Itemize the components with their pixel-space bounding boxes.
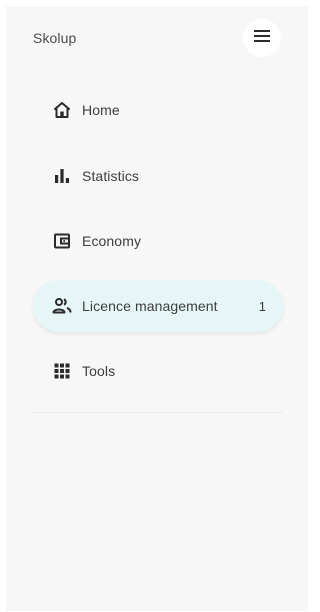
people-icon (52, 296, 72, 316)
sidebar: Skolup Home Statistics Economy Licence m… (6, 6, 308, 611)
divider (33, 412, 283, 413)
sidebar-item-tools[interactable]: Tools (33, 345, 283, 397)
brand-name: Skolup (33, 30, 77, 46)
sidebar-item-label: Statistics (82, 168, 140, 184)
sidebar-item-label: Licence management (82, 298, 218, 314)
sidebar-item-licence-management[interactable]: Licence management 1 (33, 280, 283, 332)
sidebar-item-statistics[interactable]: Statistics (33, 150, 283, 202)
count-badge: 1 (258, 298, 266, 314)
sidebar-header: Skolup (6, 6, 308, 70)
wallet-icon (52, 231, 72, 251)
menu-toggle-button[interactable] (243, 19, 281, 57)
sidebar-item-label: Home (82, 102, 120, 118)
hamburger-menu-icon (253, 29, 271, 48)
sidebar-item-label: Tools (82, 363, 116, 379)
sidebar-item-economy[interactable]: Economy (33, 215, 283, 267)
grid-apps-icon (52, 361, 72, 381)
home-icon (52, 100, 72, 120)
bar-chart-icon (52, 166, 72, 186)
sidebar-item-home[interactable]: Home (33, 84, 283, 136)
sidebar-item-label: Economy (82, 233, 142, 249)
